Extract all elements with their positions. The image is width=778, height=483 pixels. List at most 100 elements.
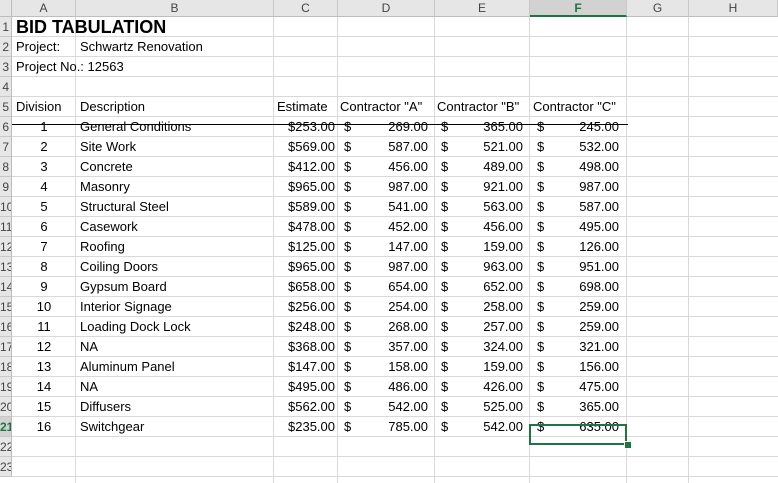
contractor-b-amount: 521.00 — [483, 139, 523, 154]
row-header-5[interactable]: 5 — [0, 97, 12, 117]
contractor-c-amount: 987.00 — [579, 179, 619, 194]
currency-symbol: $ — [441, 199, 449, 214]
project-label: Project: — [16, 39, 61, 54]
row-header-15[interactable]: 15 — [0, 297, 12, 317]
currency-symbol: $ — [441, 339, 449, 354]
currency-symbol: $ — [441, 299, 449, 314]
estimate-cell: $248.00 — [288, 319, 335, 334]
currency-symbol: $ — [344, 379, 352, 394]
description-cell: Gypsum Board — [80, 279, 167, 294]
contractor-a-amount: 268.00 — [388, 319, 428, 334]
select-all-corner[interactable] — [0, 0, 12, 17]
contractor-c-amount: 156.00 — [579, 359, 619, 374]
currency-symbol: $ — [344, 419, 352, 434]
row-header-6[interactable]: 6 — [0, 117, 12, 137]
row-header-3[interactable]: 3 — [0, 57, 12, 77]
row-header-23[interactable]: 23 — [0, 457, 12, 477]
row-header-8[interactable]: 8 — [0, 157, 12, 177]
contractor-b-amount: 159.00 — [483, 359, 523, 374]
estimate-cell: $235.00 — [288, 419, 335, 434]
currency-symbol: $ — [441, 119, 449, 134]
currency-symbol: $ — [441, 139, 449, 154]
estimate-cell: $147.00 — [288, 359, 335, 374]
row-header-18[interactable]: 18 — [0, 357, 12, 377]
estimate-cell: $562.00 — [288, 399, 335, 414]
contractor-a-amount: 785.00 — [388, 419, 428, 434]
contractor-b-amount: 652.00 — [483, 279, 523, 294]
row-header-7[interactable]: 7 — [0, 137, 12, 157]
contractor-b-amount: 456.00 — [483, 219, 523, 234]
header-description: Description — [80, 99, 146, 114]
row-header-11[interactable]: 11 — [0, 217, 12, 237]
row-header-19[interactable]: 19 — [0, 377, 12, 397]
column-header-d[interactable]: D — [338, 0, 435, 17]
row-header-17[interactable]: 17 — [0, 337, 12, 357]
active-cell-selection[interactable] — [529, 424, 627, 445]
column-header-b[interactable]: B — [76, 0, 274, 17]
currency-symbol: $ — [537, 279, 545, 294]
contractor-b-amount: 542.00 — [483, 419, 523, 434]
estimate-cell: $256.00 — [288, 299, 335, 314]
row-header-16[interactable]: 16 — [0, 317, 12, 337]
description-cell: Switchgear — [80, 419, 145, 434]
contractor-a-amount: 456.00 — [388, 159, 428, 174]
description-cell: Coiling Doors — [80, 259, 159, 274]
contractor-a-amount: 147.00 — [388, 239, 428, 254]
column-header-a[interactable]: A — [12, 0, 76, 17]
row-header-4[interactable]: 4 — [0, 77, 12, 97]
currency-symbol: $ — [344, 399, 352, 414]
currency-symbol: $ — [537, 379, 545, 394]
row-header-9[interactable]: 9 — [0, 177, 12, 197]
column-header-c[interactable]: C — [274, 0, 338, 17]
currency-symbol: $ — [441, 319, 449, 334]
contractor-b-amount: 963.00 — [483, 259, 523, 274]
currency-symbol: $ — [441, 279, 449, 294]
fill-handle[interactable] — [624, 441, 632, 449]
currency-symbol: $ — [537, 319, 545, 334]
row-header-22[interactable]: 22 — [0, 437, 12, 457]
currency-symbol: $ — [344, 199, 352, 214]
currency-symbol: $ — [537, 139, 545, 154]
estimate-cell: $965.00 — [288, 259, 335, 274]
division-number: 1 — [40, 119, 48, 134]
row-header-13[interactable]: 13 — [0, 257, 12, 277]
description-cell: Roofing — [80, 239, 125, 254]
header-division: Division — [16, 99, 62, 114]
contractor-c-amount: 245.00 — [579, 119, 619, 134]
currency-symbol: $ — [344, 259, 352, 274]
currency-symbol: $ — [537, 259, 545, 274]
estimate-cell: $965.00 — [288, 179, 335, 194]
description-cell: Loading Dock Lock — [80, 319, 191, 334]
division-number: 6 — [40, 219, 48, 234]
spreadsheet-grid[interactable]: ABCDEFGH12345678910111213141516171819202… — [0, 0, 778, 483]
contractor-b-amount: 426.00 — [483, 379, 523, 394]
division-number: 16 — [36, 419, 52, 434]
row-header-12[interactable]: 12 — [0, 237, 12, 257]
description-cell: Interior Signage — [80, 299, 172, 314]
currency-symbol: $ — [441, 239, 449, 254]
row-header-1[interactable]: 1 — [0, 17, 12, 37]
contractor-c-amount: 498.00 — [579, 159, 619, 174]
column-header-g[interactable]: G — [627, 0, 689, 17]
currency-symbol: $ — [344, 319, 352, 334]
estimate-cell: $125.00 — [288, 239, 335, 254]
contractor-a-amount: 158.00 — [388, 359, 428, 374]
division-number: 7 — [40, 239, 48, 254]
row-header-20[interactable]: 20 — [0, 397, 12, 417]
division-number: 3 — [40, 159, 48, 174]
currency-symbol: $ — [344, 179, 352, 194]
row-header-14[interactable]: 14 — [0, 277, 12, 297]
project-number: Project No.: 12563 — [16, 59, 124, 74]
row-header-21[interactable]: 21 — [0, 417, 12, 437]
description-cell: NA — [80, 339, 99, 354]
contractor-b-amount: 921.00 — [483, 179, 523, 194]
contractor-b-amount: 365.00 — [483, 119, 523, 134]
contractor-c-amount: 475.00 — [579, 379, 619, 394]
column-header-f[interactable]: F — [530, 0, 627, 17]
column-header-h[interactable]: H — [689, 0, 778, 17]
row-header-10[interactable]: 10 — [0, 197, 12, 217]
row-header-2[interactable]: 2 — [0, 37, 12, 57]
description-cell: Diffusers — [80, 399, 132, 414]
contractor-c-amount: 495.00 — [579, 219, 619, 234]
column-header-e[interactable]: E — [435, 0, 530, 17]
